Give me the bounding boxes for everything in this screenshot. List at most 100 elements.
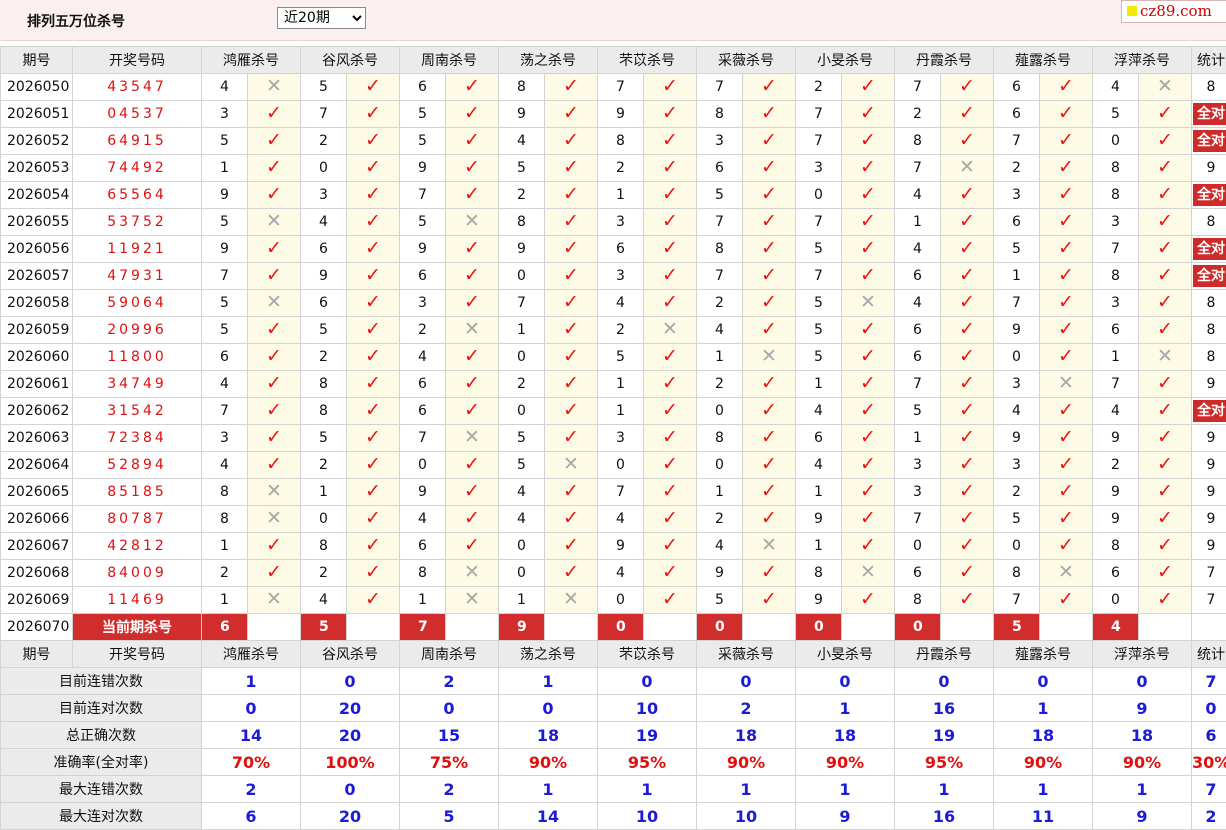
result-mark: ✕ (248, 74, 301, 101)
result-mark: ✕ (248, 587, 301, 614)
check-icon: ✓ (365, 183, 381, 205)
issue-number: 2026051 (1, 101, 73, 128)
kill-number: 2 (598, 155, 644, 182)
kill-number: 8 (499, 209, 545, 236)
header-killer: 浮萍杀号 (1093, 641, 1192, 668)
kill-number: 5 (796, 236, 842, 263)
kill-number: 1 (697, 344, 743, 371)
winning-number: 52894 (73, 452, 202, 479)
result-mark: ✕ (248, 290, 301, 317)
kill-number: 8 (400, 560, 446, 587)
current-kill-number: 0 (697, 614, 743, 641)
summary-value: 9 (796, 803, 895, 830)
check-icon: ✓ (662, 102, 678, 124)
kill-number: 4 (598, 290, 644, 317)
winning-number: 11800 (73, 344, 202, 371)
period-select[interactable]: 近20期 (277, 7, 366, 29)
kill-number: 9 (994, 425, 1040, 452)
kill-number: 9 (1093, 506, 1139, 533)
result-mark: ✕ (842, 560, 895, 587)
kill-number: 1 (202, 155, 248, 182)
check-icon: ✓ (365, 156, 381, 178)
winning-number: 84009 (73, 560, 202, 587)
check-icon: ✓ (761, 75, 777, 97)
check-icon: ✓ (1157, 426, 1173, 448)
summary-stat: 30% (1192, 749, 1226, 776)
result-mark: ✕ (842, 290, 895, 317)
kill-number: 5 (400, 101, 446, 128)
kill-number: 8 (598, 128, 644, 155)
current-stat-empty (1192, 614, 1226, 641)
cross-icon: ✕ (464, 561, 480, 583)
result-mark: ✕ (743, 344, 796, 371)
kill-number: 4 (895, 236, 941, 263)
summary-value: 75% (400, 749, 499, 776)
check-icon: ✓ (959, 102, 975, 124)
result-mark: ✓ (1139, 371, 1192, 398)
check-icon: ✓ (761, 183, 777, 205)
kill-number: 3 (598, 209, 644, 236)
result-mark: ✓ (743, 155, 796, 182)
summary-label: 目前连错次数 (1, 668, 202, 695)
check-icon: ✓ (266, 399, 282, 421)
kill-number: 9 (499, 236, 545, 263)
cross-icon: ✕ (266, 291, 282, 313)
kill-number: 3 (796, 155, 842, 182)
result-mark: ✓ (743, 290, 796, 317)
summary-value: 1 (994, 776, 1093, 803)
issue-number: 2026065 (1, 479, 73, 506)
kill-number: 5 (796, 317, 842, 344)
kill-number: 7 (301, 101, 347, 128)
check-icon: ✓ (1058, 102, 1074, 124)
check-icon: ✓ (266, 534, 282, 556)
result-mark: ✓ (545, 182, 598, 209)
kill-number: 6 (895, 344, 941, 371)
kill-number: 0 (697, 398, 743, 425)
current-empty-cell (842, 614, 895, 641)
check-icon: ✓ (365, 291, 381, 313)
check-icon: ✓ (563, 318, 579, 340)
check-icon: ✓ (464, 102, 480, 124)
check-icon: ✓ (1157, 318, 1173, 340)
check-icon: ✓ (860, 507, 876, 529)
table-row: 2026050435474✕5✓6✓8✓7✓7✓2✓7✓6✓4✕8 (1, 74, 1226, 101)
check-icon: ✓ (761, 507, 777, 529)
result-mark: ✓ (743, 398, 796, 425)
summary-value: 90% (796, 749, 895, 776)
current-kill-number: 5 (301, 614, 347, 641)
result-mark: ✓ (248, 101, 301, 128)
result-mark: ✓ (1139, 398, 1192, 425)
check-icon: ✓ (464, 480, 480, 502)
summary-value: 90% (1093, 749, 1192, 776)
cross-icon: ✕ (464, 318, 480, 340)
summary-value: 5 (400, 803, 499, 830)
summary-value: 95% (598, 749, 697, 776)
issue-number: 2026061 (1, 371, 73, 398)
summary-value: 1 (1093, 776, 1192, 803)
result-mark: ✓ (248, 560, 301, 587)
summary-value: 0 (895, 668, 994, 695)
check-icon: ✓ (662, 210, 678, 232)
kill-number: 3 (994, 452, 1040, 479)
result-mark: ✓ (842, 101, 895, 128)
kill-number: 8 (1093, 533, 1139, 560)
result-mark: ✓ (248, 344, 301, 371)
check-icon: ✓ (1157, 129, 1173, 151)
result-mark: ✓ (347, 209, 400, 236)
kill-number: 0 (796, 182, 842, 209)
check-icon: ✓ (959, 399, 975, 421)
result-mark: ✓ (347, 533, 400, 560)
summary-value: 10 (598, 695, 697, 722)
check-icon: ✓ (464, 183, 480, 205)
check-icon: ✓ (563, 264, 579, 286)
result-mark: ✓ (347, 290, 400, 317)
summary-value: 95% (895, 749, 994, 776)
kill-number: 3 (202, 101, 248, 128)
summary-value: 16 (895, 695, 994, 722)
kill-number: 7 (400, 182, 446, 209)
row-stat: 全对 (1192, 263, 1226, 290)
check-icon: ✓ (860, 534, 876, 556)
site-logo[interactable]: cz89.com (1121, 0, 1226, 23)
result-mark: ✓ (644, 128, 697, 155)
result-mark: ✓ (1040, 236, 1093, 263)
